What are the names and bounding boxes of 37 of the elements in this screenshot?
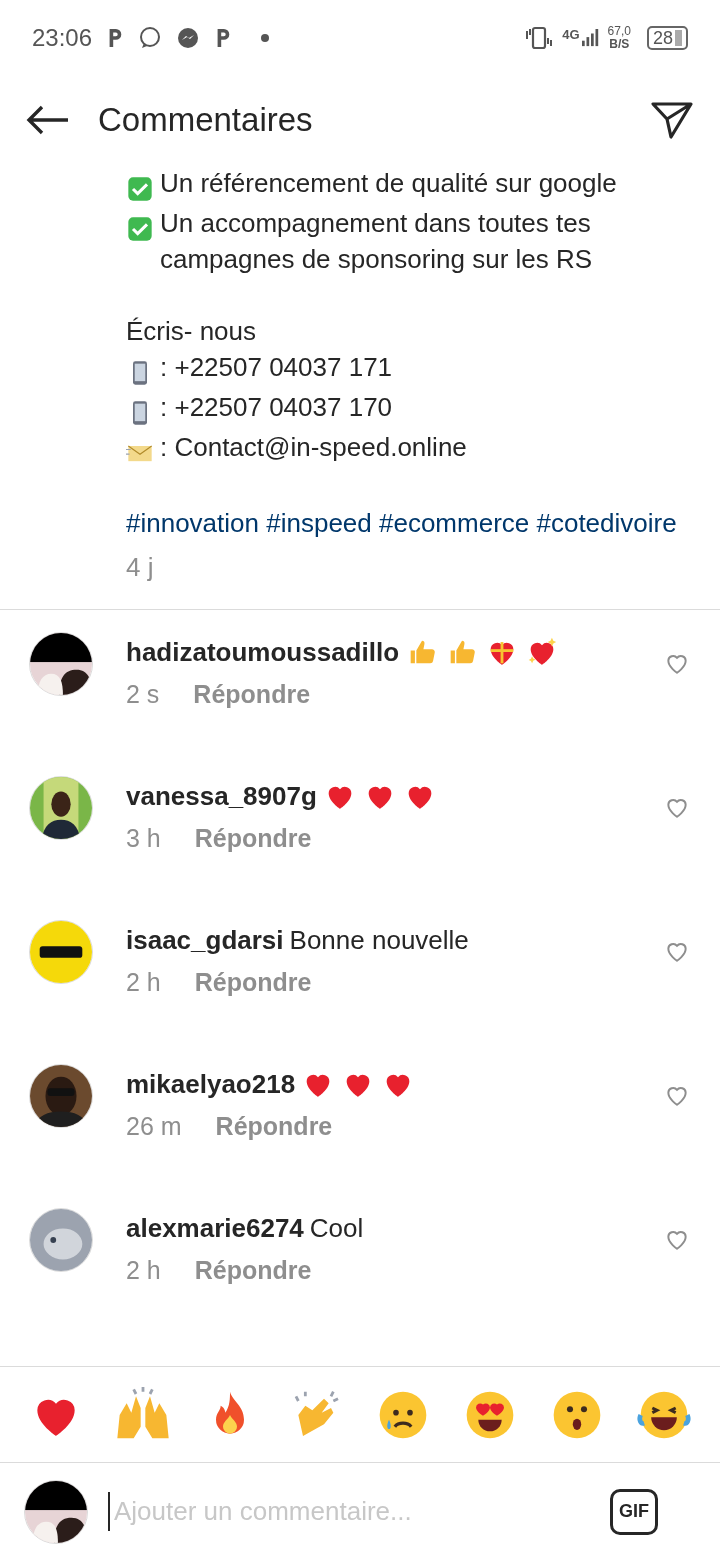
- username[interactable]: alexmarie6274: [126, 1208, 304, 1248]
- username[interactable]: vanessa_8907g: [126, 776, 317, 816]
- data-speed-unit: B/S: [609, 37, 630, 51]
- network-type: 4G: [562, 27, 580, 41]
- username[interactable]: hadizatoumoussadillo: [126, 632, 400, 672]
- data-speed: 67,0: [607, 24, 631, 38]
- post-text: : +22507 04037 171: [160, 351, 393, 384]
- page-title: Commentaires: [98, 100, 313, 141]
- post-text: : +22507 04037 170: [160, 391, 393, 424]
- dot-icon: [260, 32, 271, 43]
- post-text: Un accompagnement dans toutes tes campagnes de sponsoring sur les RS: [160, 207, 594, 276]
- gif-button[interactable]: GIF: [610, 1488, 658, 1535]
- status-time: 23:06: [32, 22, 93, 53]
- back-arrow-icon[interactable]: [26, 105, 70, 135]
- checkmark-icon: [126, 175, 154, 204]
- signal-icon: [581, 27, 600, 48]
- chat-bubble-icon: [138, 25, 163, 50]
- send-icon[interactable]: [650, 100, 694, 140]
- comment-time: 2 h: [126, 1255, 161, 1286]
- comment-input[interactable]: Ajouter un commentaire...: [108, 1492, 610, 1531]
- comment-time: 2 h: [126, 967, 161, 998]
- comment-time: 26 m: [126, 1111, 182, 1142]
- vibrate-icon: [524, 25, 555, 50]
- battery-indicator: 28: [646, 25, 688, 50]
- hashtags-link[interactable]: #innovation #inspeed #ecommerce #cotedivoire: [126, 505, 696, 541]
- comment-time: 2 s: [126, 679, 160, 710]
- post-text: Un référencement de qualité sur google: [160, 167, 617, 200]
- checkmark-icon: [126, 215, 154, 244]
- post-text: Écris- nous: [126, 315, 258, 348]
- post-text: : Contact@in-speed.online: [160, 431, 467, 464]
- comment-text: Cool: [309, 1212, 364, 1245]
- messenger-icon: [176, 25, 201, 50]
- comment-text: Bonne nouvelle: [289, 924, 469, 957]
- username[interactable]: isaac_gdarsi: [126, 920, 284, 960]
- post-time: 4 j: [126, 551, 154, 584]
- username[interactable]: mikaelyao218: [126, 1064, 296, 1104]
- comment-time: 3 h: [126, 823, 161, 854]
